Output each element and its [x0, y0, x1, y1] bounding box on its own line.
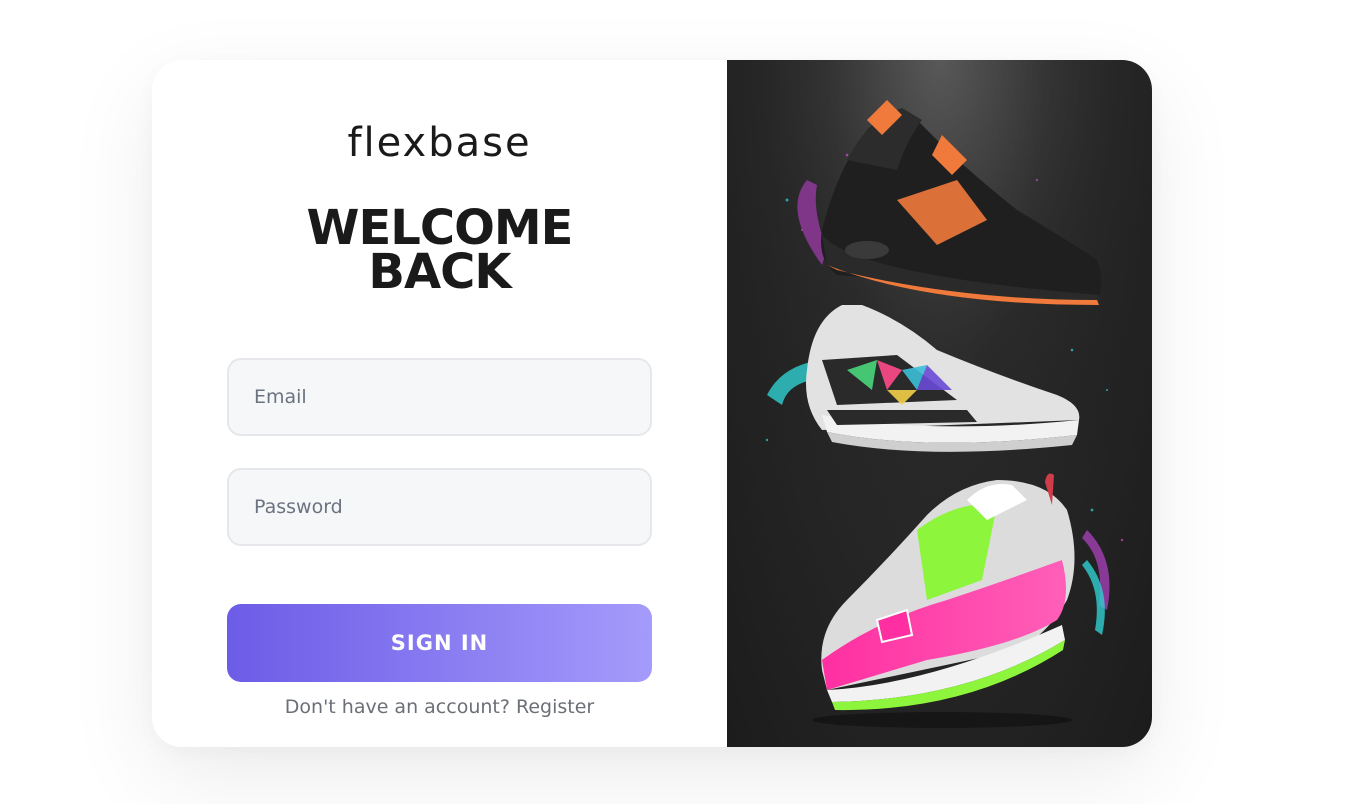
page-title-line2: BACK: [368, 244, 511, 300]
no-account-text: Don't have an account?: [284, 696, 510, 718]
page-title: WELCOME BACK: [152, 204, 727, 300]
login-panel: flexbase WELCOME BACK SIGN IN Don't have…: [152, 60, 727, 747]
register-link[interactable]: Register: [516, 696, 594, 718]
email-field[interactable]: [227, 358, 652, 436]
brand-logo: flexbase: [347, 120, 532, 166]
sneakers-image: [727, 60, 1152, 747]
register-prompt: Don't have an account? Register: [152, 696, 727, 718]
password-field[interactable]: [227, 468, 652, 546]
hero-image-panel: [727, 60, 1152, 747]
page: flexbase WELCOME BACK SIGN IN Don't have…: [0, 0, 1355, 804]
sign-in-button[interactable]: SIGN IN: [227, 604, 652, 682]
login-card: flexbase WELCOME BACK SIGN IN Don't have…: [152, 60, 1152, 747]
